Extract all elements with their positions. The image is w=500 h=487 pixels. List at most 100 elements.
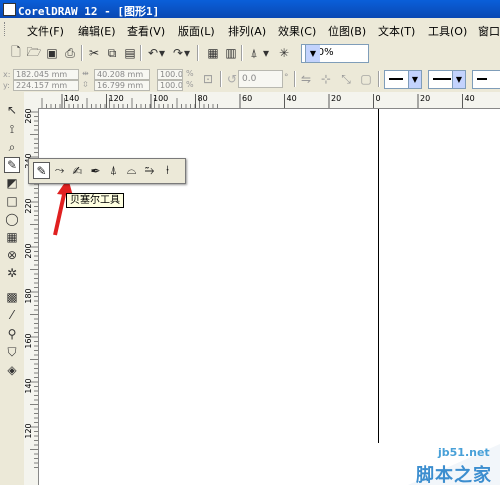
menu-file[interactable]: 文件(F): [27, 23, 64, 39]
export-icon[interactable]: ▥: [223, 45, 239, 61]
percent-y-label: %: [186, 80, 194, 89]
zoom-level-select[interactable]: 150% ▼: [301, 44, 369, 63]
corel-online-icon[interactable]: ✳: [276, 45, 292, 61]
end-arrowhead-select[interactable]: [472, 70, 500, 89]
pick-tool-icon[interactable]: ↖: [4, 102, 20, 118]
three-point-curve-icon[interactable]: ⌓: [123, 162, 140, 179]
smart-fill-tool-icon[interactable]: ◩: [4, 175, 20, 191]
menu-layout[interactable]: 版面(L): [178, 23, 215, 39]
separator: [140, 45, 142, 61]
interactive-connector-icon[interactable]: ⥲: [141, 162, 158, 179]
mirror-icon[interactable]: ⇋: [298, 71, 314, 87]
save-icon[interactable]: ▣: [44, 45, 60, 61]
menu-grip[interactable]: [4, 22, 8, 36]
ruler-label: 20: [331, 94, 341, 103]
separator: [197, 45, 199, 61]
reverse-curve-icon[interactable]: ⤡: [338, 71, 354, 87]
new-document-icon[interactable]: 🗋: [8, 45, 24, 61]
menu-tools[interactable]: 工具(O): [428, 23, 467, 39]
text-tool-icon[interactable]: ✲: [4, 265, 20, 281]
zoom-tool-icon[interactable]: ⌕: [4, 139, 20, 155]
node-icon[interactable]: ⊹: [318, 71, 334, 87]
horizontal-ruler[interactable]: 140 120 100 80 60 40 20 0 20 40: [24, 92, 500, 109]
x-position-field[interactable]: 182.045 mm: [13, 69, 79, 80]
menu-text[interactable]: 文本(T): [378, 23, 415, 39]
application-launcher-icon[interactable]: ⍋: [246, 45, 262, 61]
page-border-line: [378, 109, 379, 443]
polygon-tool-icon[interactable]: ▦: [4, 229, 20, 245]
ruler-label: 140: [64, 94, 79, 103]
undo-dropdown-icon[interactable]: ▾: [158, 45, 166, 61]
eyedropper-tool-icon[interactable]: ⁄: [4, 307, 20, 323]
watermark-text: 脚本之家: [416, 465, 492, 486]
outline-style-select[interactable]: ▼: [428, 70, 466, 89]
chevron-down-icon[interactable]: ▼: [408, 71, 421, 88]
scale-x-field[interactable]: 100.0: [157, 69, 183, 80]
menu-window[interactable]: 窗口: [478, 23, 500, 39]
freehand-tool-icon[interactable]: ✎: [4, 157, 20, 173]
menu-view[interactable]: 查看(V): [127, 23, 165, 39]
print-icon[interactable]: ⎙: [62, 45, 78, 61]
open-icon[interactable]: 🗁: [26, 45, 42, 61]
bezier-tool-icon[interactable]: ⤳: [51, 162, 68, 179]
close-curve-icon[interactable]: ▢: [358, 71, 374, 87]
menu-effects[interactable]: 效果(C): [278, 23, 316, 39]
ruler-label: 40: [287, 94, 297, 103]
interactive-tool-icon[interactable]: ▩: [4, 289, 20, 305]
separator: [378, 71, 380, 87]
scale-y-field[interactable]: 100.0: [157, 80, 183, 91]
paste-icon[interactable]: ▤: [122, 45, 138, 61]
ruler-label: 80: [198, 94, 208, 103]
menu-bar: 文件(F) 编辑(E) 查看(V) 版面(L) 排列(A) 效果(C) 位图(B…: [0, 18, 500, 41]
property-bar: x: y: 182.045 mm 224.157 mm ⇹ ⇳ 40.208 m…: [0, 66, 500, 93]
outline-tool-icon[interactable]: ⚲: [4, 326, 20, 342]
start-arrowhead-select[interactable]: ▼: [384, 70, 422, 89]
copy-icon[interactable]: ⧉: [104, 45, 120, 61]
basic-shapes-tool-icon[interactable]: ⊗: [4, 247, 20, 263]
dimension-tool-icon[interactable]: ⍿: [159, 162, 176, 179]
rotation-field[interactable]: 0.0: [238, 70, 283, 88]
interactive-fill-tool-icon[interactable]: ◈: [4, 362, 20, 378]
shape-tool-icon[interactable]: ⟟: [4, 121, 20, 137]
ruler-label: 120: [24, 423, 33, 438]
x-label: x:: [3, 70, 11, 79]
rotation-unit-label: °: [284, 73, 289, 83]
ruler-label: 220: [24, 198, 33, 213]
ruler-label: 120: [109, 94, 124, 103]
chevron-down-icon[interactable]: ▼: [452, 71, 465, 88]
fill-tool-icon[interactable]: ⛉: [4, 344, 20, 360]
ruler-label: 100: [153, 94, 168, 103]
separator: [220, 71, 222, 87]
ruler-label: 0: [376, 94, 381, 103]
separator: [241, 45, 243, 61]
pen-tool-icon[interactable]: ✒: [87, 162, 104, 179]
curve-tools-flyout: ✎ ⤳ ✍ ✒ ⍋ ⌓ ⥲ ⍿: [28, 158, 186, 184]
launcher-dropdown-icon[interactable]: ▾: [262, 45, 270, 61]
title-bar: CorelDRAW 12 - [图形1]: [0, 0, 500, 18]
ruler-label: 40: [465, 94, 475, 103]
watermark-url: jb51.net: [438, 446, 490, 459]
separator: [294, 71, 296, 87]
y-position-field[interactable]: 224.157 mm: [13, 80, 79, 91]
width-field[interactable]: 40.208 mm: [94, 69, 150, 80]
polyline-tool-icon[interactable]: ⍋: [105, 162, 122, 179]
app-icon[interactable]: [3, 3, 16, 16]
menu-arrange[interactable]: 排列(A): [228, 23, 266, 39]
toolbox: ↖ ⟟ ⌕ ✎ ◩ □ ◯ ▦ ⊗ ✲ ▩ ⁄ ⚲ ⛉ ◈: [0, 92, 25, 485]
redo-dropdown-icon[interactable]: ▾: [183, 45, 191, 61]
height-field[interactable]: 16.799 mm: [94, 80, 150, 91]
line-sample: [433, 78, 451, 80]
menu-edit[interactable]: 编辑(E): [78, 23, 116, 39]
tooltip: 贝塞尔工具: [66, 193, 124, 208]
rectangle-tool-icon[interactable]: □: [4, 193, 20, 209]
artistic-media-icon[interactable]: ✍: [69, 162, 86, 179]
window-title: CorelDRAW 12 - [图形1]: [18, 5, 160, 18]
lock-ratio-icon[interactable]: ⊡: [200, 71, 216, 87]
ellipse-tool-icon[interactable]: ◯: [4, 211, 20, 227]
cut-icon[interactable]: ✂: [86, 45, 102, 61]
chevron-down-icon[interactable]: ▼: [305, 45, 320, 62]
arrow-shaft: [53, 189, 67, 236]
menu-bitmaps[interactable]: 位图(B): [328, 23, 366, 39]
freehand-flyout-icon[interactable]: ✎: [33, 162, 50, 179]
import-icon[interactable]: ▦: [205, 45, 221, 61]
